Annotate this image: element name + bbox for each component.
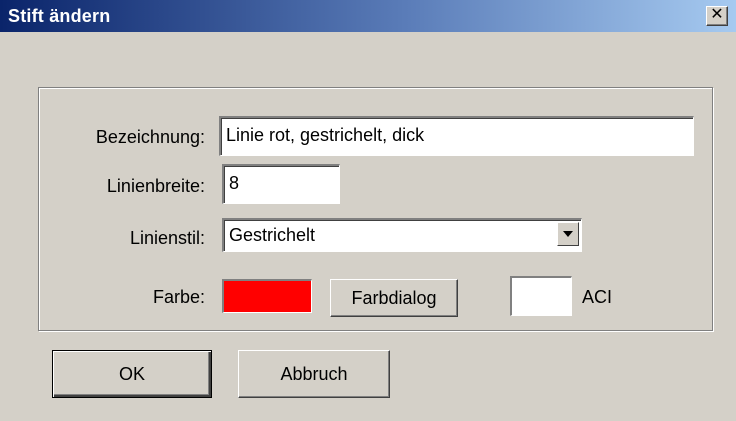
- cancel-button[interactable]: Abbruch: [238, 350, 390, 398]
- title-bar[interactable]: Stift ändern ✕: [0, 0, 736, 32]
- farbdialog-button[interactable]: Farbdialog: [330, 279, 458, 317]
- color-swatch[interactable]: [222, 279, 312, 313]
- aci-color-swatch[interactable]: [510, 276, 572, 316]
- bezeichnung-label: Bezeichnung:: [95, 127, 205, 147]
- close-icon: ✕: [710, 6, 724, 23]
- farbe-label: Farbe:: [152, 287, 205, 307]
- window-title: Stift ändern: [8, 6, 111, 26]
- bezeichnung-input[interactable]: Linie rot, gestrichelt, dick: [219, 116, 694, 156]
- chevron-down-icon[interactable]: [557, 222, 579, 246]
- linienstil-selected-value: Gestrichelt: [229, 225, 316, 245]
- linienbreite-input[interactable]: 8: [222, 164, 340, 204]
- linienstil-label: Linienstil:: [129, 228, 205, 248]
- aci-label: ACI: [582, 287, 613, 307]
- dialog-window: Stift ändern ✕ Bezeichnung: Linie rot, g…: [0, 0, 736, 421]
- ok-button[interactable]: OK: [52, 350, 212, 398]
- close-button[interactable]: ✕: [706, 6, 728, 26]
- linienstil-select[interactable]: Gestrichelt: [222, 218, 582, 252]
- linienbreite-label: Linienbreite:: [106, 176, 205, 196]
